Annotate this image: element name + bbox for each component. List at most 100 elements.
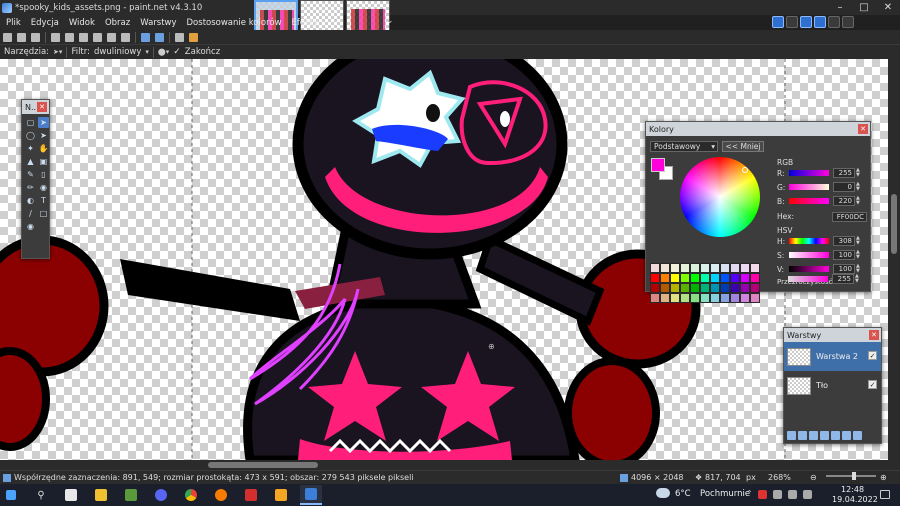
palette-swatch[interactable] [690, 273, 700, 283]
search-button[interactable]: ⚲ [30, 485, 52, 505]
duplicate-layer-icon[interactable] [809, 431, 818, 440]
taskbar-app[interactable] [180, 485, 202, 505]
palette-swatch[interactable] [720, 293, 730, 303]
menu-effects[interactable]: Efekty [286, 18, 323, 28]
red-spinner[interactable]: ▲ ▼ [856, 168, 861, 178]
menu-file[interactable]: Plik [0, 18, 25, 28]
palette-swatch[interactable] [720, 263, 730, 273]
palette-swatch[interactable] [730, 263, 740, 273]
blue-input[interactable]: 220 [833, 196, 855, 206]
chevron-down-icon[interactable]: ⌄ [386, 16, 394, 26]
zoom-slider[interactable] [826, 475, 876, 477]
saturation-slider[interactable] [789, 252, 829, 258]
zoom-out-icon[interactable]: ⊖ [810, 473, 817, 482]
antialias-icon[interactable]: ⬤▾ [158, 48, 169, 56]
tray-app-icon[interactable] [758, 490, 767, 499]
battery-icon[interactable] [803, 490, 812, 499]
palette-swatch[interactable] [670, 283, 680, 293]
eraser-tool-icon[interactable]: ▯ [38, 169, 49, 180]
palette-swatch[interactable] [670, 273, 680, 283]
close-icon[interactable]: ✕ [869, 330, 879, 340]
blue-slider[interactable] [789, 198, 829, 204]
palette-swatch[interactable] [690, 293, 700, 303]
close-icon[interactable]: ✕ [37, 102, 47, 112]
redo-icon[interactable] [155, 32, 164, 42]
move-layer-up-icon[interactable] [831, 431, 840, 440]
palette-swatch[interactable] [660, 263, 670, 273]
network-icon[interactable] [773, 490, 782, 499]
green-slider[interactable] [789, 184, 829, 190]
ellipse-select-tool-icon[interactable]: ◯ [25, 130, 36, 141]
palette-swatch[interactable] [740, 283, 750, 293]
palette-swatch[interactable] [710, 293, 720, 303]
layers-panel-titlebar[interactable]: Warstwy ✕ [784, 328, 881, 342]
move-selected-tool-icon[interactable]: ➤ [38, 117, 49, 128]
magic-wand-tool-icon[interactable]: ✦ [25, 143, 36, 154]
palette-swatch[interactable] [710, 263, 720, 273]
palette-swatch[interactable] [650, 263, 660, 273]
layer-row[interactable]: Warstwa 2 ✓ [784, 342, 881, 371]
taskbar-app-paintnet[interactable] [300, 485, 322, 505]
value-input[interactable]: 100 [833, 264, 855, 274]
palette-swatch[interactable] [710, 283, 720, 293]
palette-swatch[interactable] [740, 263, 750, 273]
delete-layer-icon[interactable] [798, 431, 807, 440]
grid-icon[interactable] [175, 32, 184, 42]
merge-layer-icon[interactable] [820, 431, 829, 440]
palette-swatch[interactable] [750, 283, 760, 293]
horizontal-scrollbar[interactable] [0, 460, 900, 470]
pencil-tool-icon[interactable]: ✏ [25, 182, 36, 193]
clone-stamp-tool-icon[interactable]: ◉ [38, 182, 49, 193]
palette-swatch[interactable] [660, 293, 670, 303]
maximize-button[interactable]: □ [852, 0, 876, 15]
close-window-button[interactable]: ✕ [876, 0, 900, 15]
palette-swatch[interactable] [700, 283, 710, 293]
move-selection-tool-icon[interactable]: ➤ [38, 130, 49, 141]
menu-image[interactable]: Obraz [99, 18, 134, 28]
menu-adjustments[interactable]: Dostosowanie kolorów [181, 18, 286, 28]
taskbar-app[interactable] [240, 485, 262, 505]
primary-color-swatch[interactable] [651, 158, 665, 172]
palette-swatch[interactable] [750, 263, 760, 273]
layer-visibility-checkbox[interactable]: ✓ [868, 351, 877, 360]
shapes-tool-icon[interactable]: □ [38, 208, 49, 219]
palette-swatch[interactable] [750, 293, 760, 303]
palette-swatch[interactable] [650, 283, 660, 293]
menu-view[interactable]: Widok [63, 18, 99, 28]
horizontal-scroll-thumb[interactable] [208, 462, 318, 468]
move-layer-down-icon[interactable] [842, 431, 851, 440]
clock-time[interactable]: 12:48 [841, 485, 864, 494]
units-dropdown[interactable]: px [746, 473, 756, 482]
palette-swatch[interactable] [700, 293, 710, 303]
palette-swatch[interactable] [740, 273, 750, 283]
palette-swatch[interactable] [720, 273, 730, 283]
vertical-scrollbar[interactable] [888, 59, 900, 460]
palette-swatch[interactable] [670, 263, 680, 273]
minimize-button[interactable]: – [828, 0, 852, 15]
vertical-scroll-thumb[interactable] [891, 194, 897, 254]
alpha-spinner[interactable]: ▲ ▼ [855, 274, 860, 284]
taskbar-app[interactable] [210, 485, 232, 505]
start-button[interactable] [0, 485, 22, 505]
cut-icon[interactable] [65, 32, 74, 42]
color-wheel-cursor[interactable] [742, 167, 748, 173]
close-icon[interactable]: ✕ [858, 124, 868, 134]
palette-swatch[interactable] [730, 283, 740, 293]
tools-toggle-icon[interactable] [772, 16, 784, 28]
palette-swatch[interactable] [660, 273, 670, 283]
undo-icon[interactable] [141, 32, 150, 42]
blue-spinner[interactable]: ▲ ▼ [856, 196, 861, 206]
zoom-in-icon[interactable]: ⊕ [880, 473, 887, 482]
alpha-input[interactable]: 255 [832, 274, 854, 284]
taskbar-app[interactable] [90, 485, 112, 505]
taskbar-app[interactable] [150, 485, 172, 505]
notifications-icon[interactable] [880, 490, 890, 499]
saturation-input[interactable]: 100 [833, 250, 855, 260]
palette-swatch[interactable] [690, 263, 700, 273]
red-input[interactable]: 255 [833, 168, 855, 178]
menu-layers[interactable]: Warstwy [134, 18, 180, 28]
ruler-icon[interactable] [189, 32, 198, 42]
layer-properties-icon[interactable] [853, 431, 862, 440]
palette-swatch[interactable] [690, 283, 700, 293]
hue-spinner[interactable]: ▲ ▼ [856, 236, 861, 246]
